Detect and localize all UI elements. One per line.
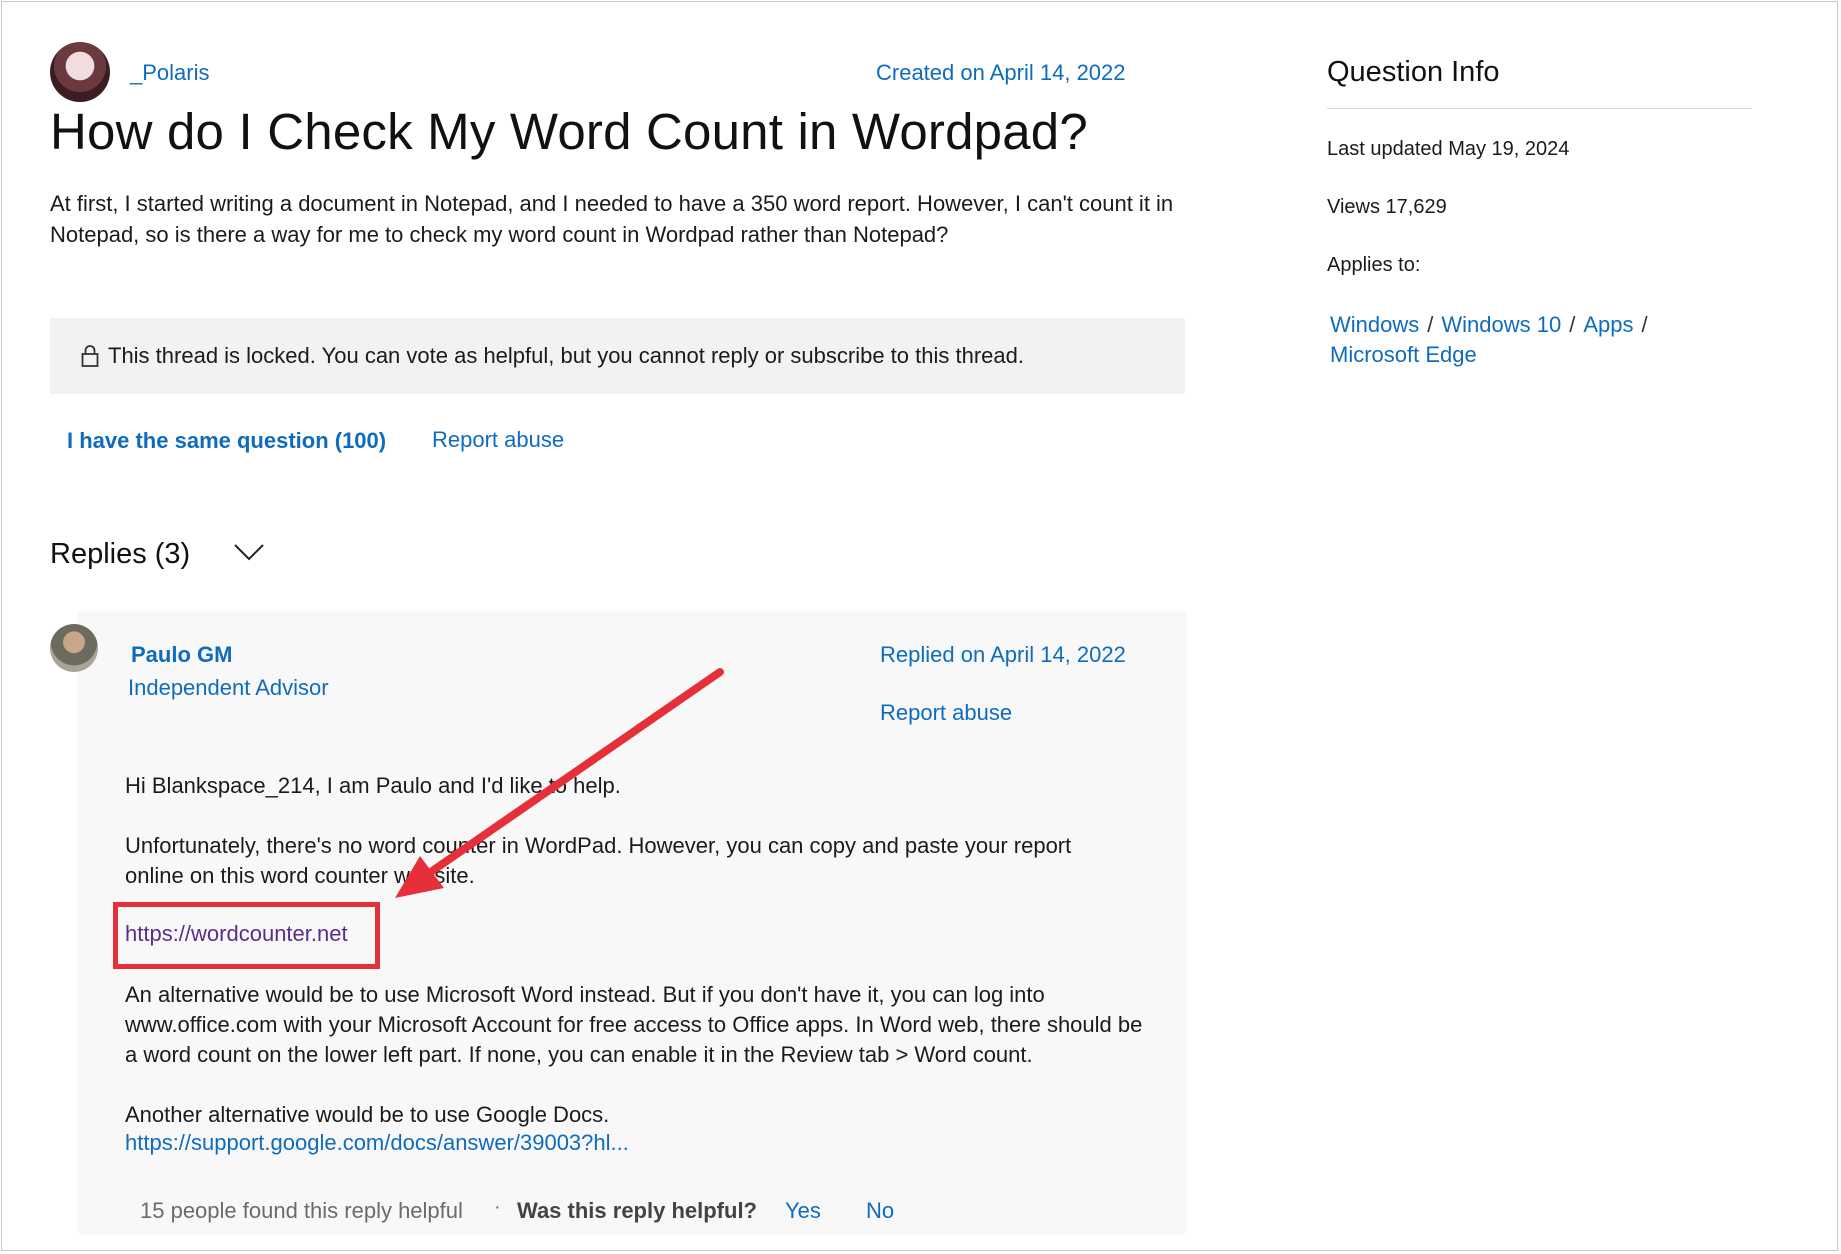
yes-button[interactable]: Yes	[785, 1198, 821, 1224]
locked-notice-text: This thread is locked. You can vote as h…	[108, 343, 1024, 368]
page-title: How do I Check My Word Count in Wordpad?	[50, 103, 1088, 160]
reply-report-abuse-link[interactable]: Report abuse	[880, 700, 1012, 726]
google-docs-link[interactable]: https://support.google.com/docs/answer/3…	[125, 1130, 629, 1156]
crumb-separator: /	[1569, 312, 1576, 337]
question-author-avatar[interactable]	[50, 42, 110, 102]
reply-paragraph: Unfortunately, there's no word counter i…	[125, 833, 1072, 888]
crumb-windows-10[interactable]: Windows 10	[1441, 312, 1561, 337]
crumb-separator: /	[1641, 312, 1648, 337]
views-count: Views 17,629	[1327, 196, 1447, 218]
chevron-down-icon[interactable]	[232, 540, 266, 564]
no-button[interactable]: No	[866, 1198, 894, 1224]
question-author-link[interactable]: _Polaris	[130, 60, 209, 86]
helpful-count: 15 people found this reply helpful	[140, 1198, 463, 1223]
locked-notice: This thread is locked. You can vote as h…	[50, 318, 1185, 394]
reply-paragraph: Another alternative would be to use Goog…	[125, 1102, 610, 1127]
reply-paragraph: An alternative would be to use Microsoft…	[125, 982, 1143, 1067]
same-question-button[interactable]: I have the same question (100)	[67, 428, 386, 454]
applies-to-breadcrumb: Windows / Windows 10 / Apps / Microsoft Edge	[1330, 310, 1770, 370]
sidebar-title: Question Info	[1327, 56, 1500, 88]
highlight-box	[113, 902, 380, 969]
last-updated: Last updated May 19, 2024	[1327, 138, 1570, 160]
replies-header: Replies (3)	[50, 538, 191, 570]
created-date: Created on April 14, 2022	[876, 60, 1126, 85]
crumb-separator: /	[1427, 312, 1434, 337]
sidebar-divider	[1327, 108, 1752, 109]
lock-icon	[81, 345, 99, 367]
crumb-apps[interactable]: Apps	[1583, 312, 1633, 337]
reply-author-link[interactable]: Paulo GM	[131, 642, 232, 668]
was-helpful-label: Was this reply helpful?	[517, 1198, 757, 1223]
reply-author-role: Independent Advisor	[128, 675, 329, 700]
crumb-microsoft-edge[interactable]: Microsoft Edge	[1330, 342, 1477, 367]
reply-author-avatar[interactable]	[50, 624, 98, 672]
separator-dot: ·	[494, 1196, 501, 1218]
replied-date: Replied on April 14, 2022	[880, 642, 1126, 667]
report-abuse-link[interactable]: Report abuse	[432, 427, 564, 453]
applies-to-label: Applies to:	[1327, 254, 1421, 276]
question-body: At first, I started writing a document i…	[50, 191, 1174, 247]
reply-paragraph: Hi Blankspace_214, I am Paulo and I'd li…	[125, 773, 621, 798]
crumb-windows[interactable]: Windows	[1330, 312, 1419, 337]
